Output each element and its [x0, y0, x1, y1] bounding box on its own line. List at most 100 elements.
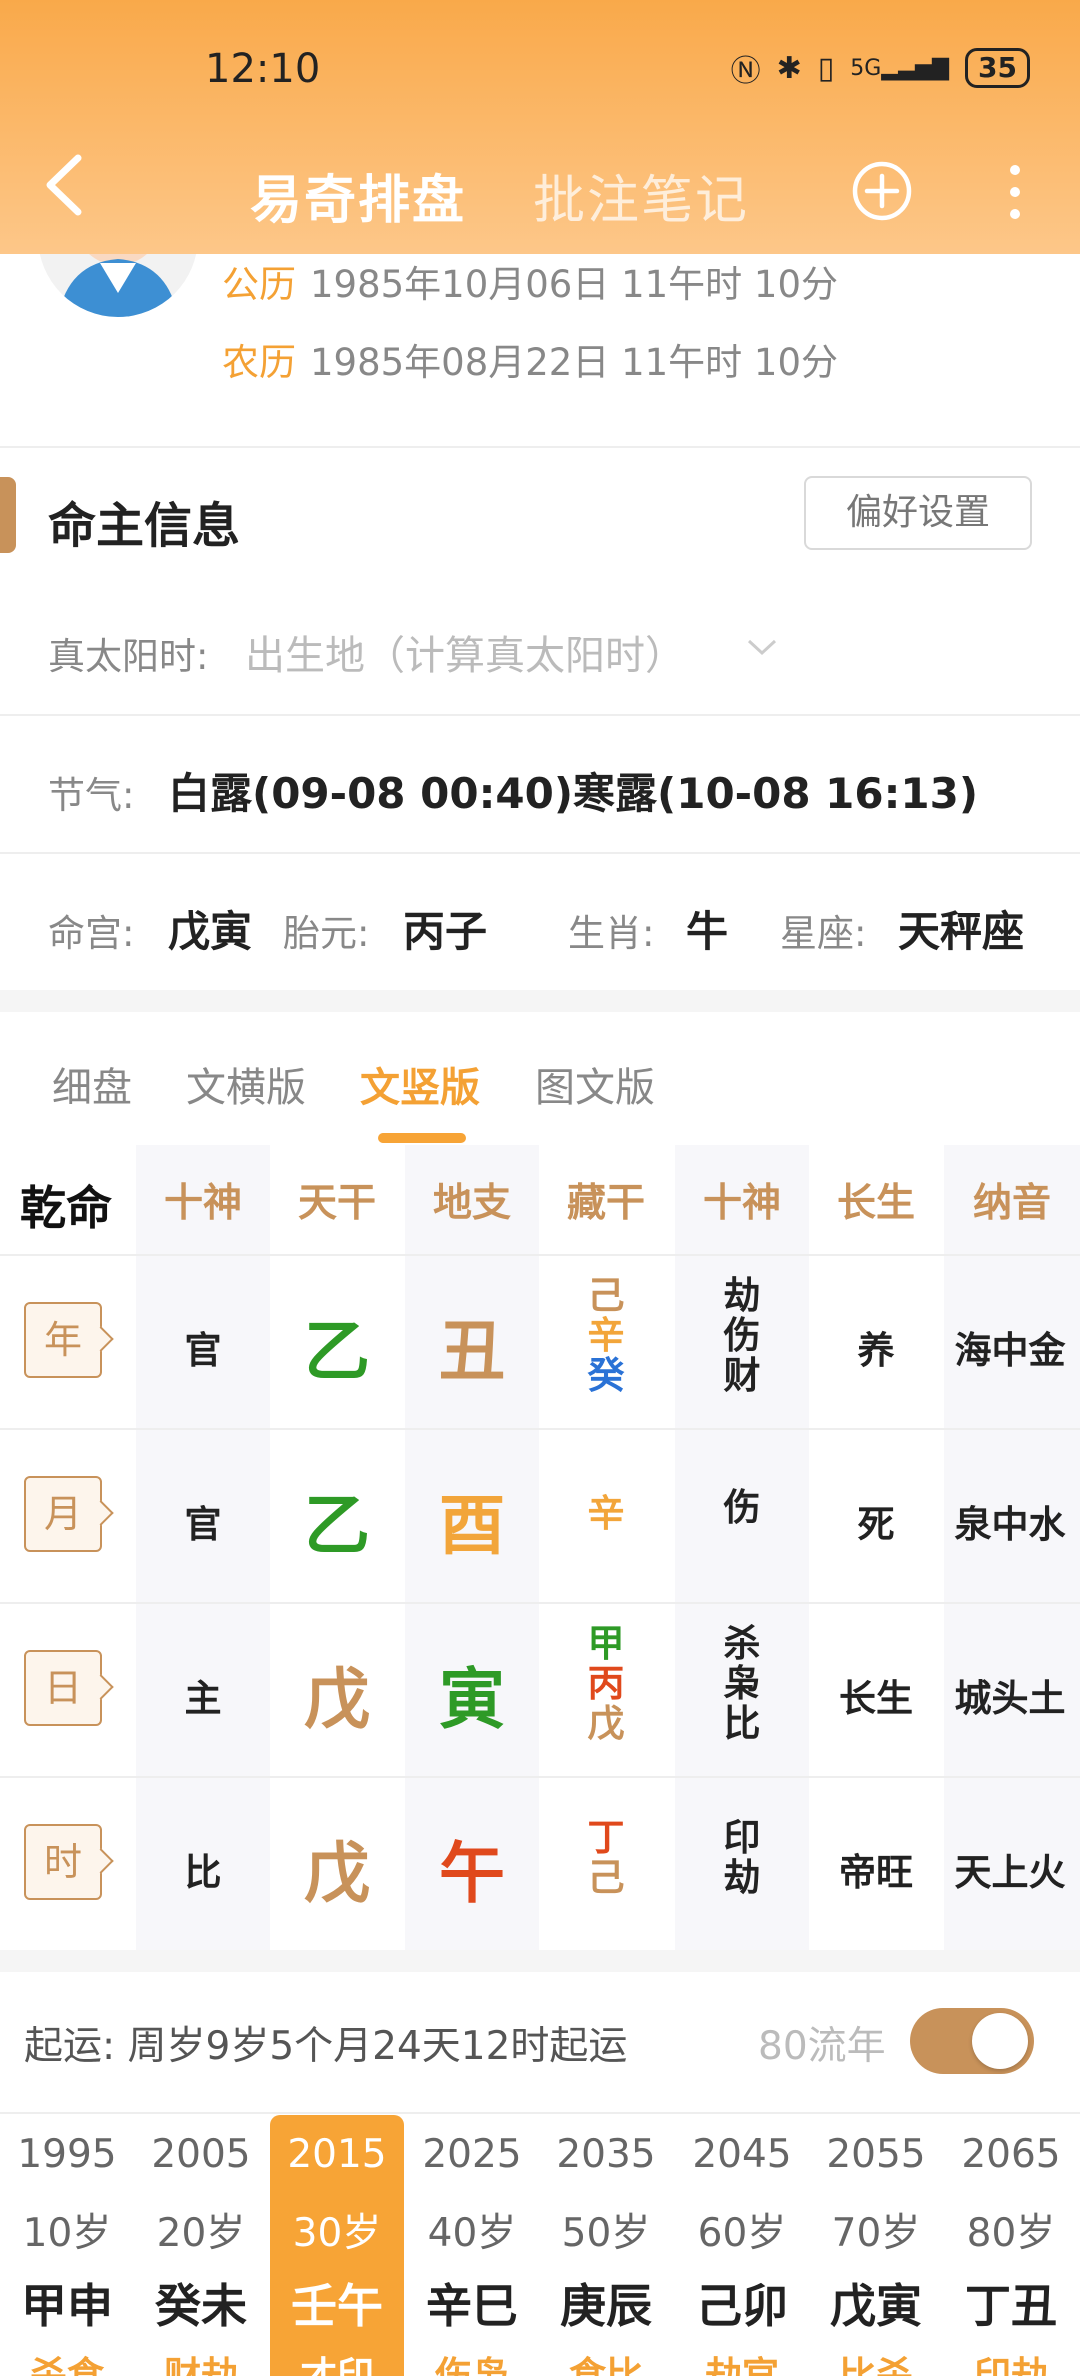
changsheng-cell: 死: [857, 1503, 895, 1546]
decade-item[interactable]: 2005 20岁 癸未 财劫: [134, 2115, 268, 2376]
divider: [0, 714, 1080, 716]
minggong-value: 戊寅: [168, 907, 253, 956]
active-tab-indicator: [378, 1133, 466, 1143]
tab-wenhengban[interactable]: 文横版: [186, 1055, 306, 1113]
nayin-cell: 天上火: [954, 1851, 1066, 1894]
true-solar-label: 真太阳时:: [48, 635, 209, 678]
solar-date-row: 公历 1985年10月06日 11午时 10分: [222, 254, 838, 308]
decade-item[interactable]: 2045 60岁 己卯 劫官: [675, 2115, 809, 2376]
taiyuan-label: 胎元:: [283, 912, 370, 955]
header-shishen2: 十神: [702, 1181, 781, 1226]
qiyun-label: 起运:: [24, 2024, 116, 2069]
tab-xipan[interactable]: 细盘: [52, 1055, 132, 1113]
qiyun-value: 周岁9岁5个月24天12时起运: [127, 2024, 628, 2069]
tiangan-cell: 乙: [304, 1313, 370, 1390]
shishen-cell: 官: [184, 1329, 222, 1372]
canggan-cell: 甲 丙 戊: [587, 1622, 625, 1745]
tab-tuwenban[interactable]: 图文版: [535, 1055, 655, 1113]
header-changsheng: 长生: [836, 1181, 915, 1226]
preferences-button[interactable]: 偏好设置: [804, 476, 1032, 550]
jieqi-value: 白露(09-08 00:40)寒露(10-08 16:13): [168, 769, 979, 818]
pillar-day[interactable]: 日: [24, 1650, 102, 1726]
qiyun-row: 起运: 周岁9岁5个月24天12时起运: [24, 2015, 627, 2071]
tiangan-cell: 乙: [304, 1487, 370, 1564]
taiyuan-value: 丙子: [403, 907, 488, 956]
tab-annotation-notes[interactable]: 批注笔记: [533, 158, 749, 233]
pillar-year[interactable]: 年: [24, 1302, 102, 1378]
divider: [0, 852, 1080, 854]
shishen-cell: 比: [184, 1851, 222, 1894]
decade-item[interactable]: 2065 80岁 丁丑 印劫: [944, 2115, 1078, 2376]
lunar-date-row: 农历 1985年08月22日 11午时 10分: [222, 332, 838, 386]
app-header: 12:10 Ⓝ ✱ ▯ 5G▂▃▅▇ 35 易奇排盘 批注笔记: [0, 0, 1080, 254]
decade-item[interactable]: 2055 70岁 戊寅 比杀: [809, 2115, 943, 2376]
section-accent-bar: [0, 477, 16, 553]
liunian-label: 80流年: [758, 2024, 886, 2069]
row-divider: [0, 1428, 1080, 1430]
lunar-date: 1985年08月22日 11午时 10分: [310, 341, 839, 384]
changsheng-cell: 帝旺: [839, 1851, 913, 1894]
nayin-cell: 海中金: [954, 1329, 1066, 1372]
shishen2-cell: 印 劫: [723, 1816, 761, 1899]
row-divider: [0, 1776, 1080, 1778]
bluetooth-icon: ✱: [776, 50, 802, 86]
canggan-cell: 辛: [587, 1492, 625, 1535]
liunian-toggle[interactable]: [910, 2008, 1034, 2074]
nfc-icon: Ⓝ: [730, 54, 761, 89]
dizhi-cell: 寅: [439, 1661, 505, 1738]
solar-date: 1985年10月06日 11午时 10分: [310, 263, 839, 306]
header-tiangan: 天干: [297, 1181, 376, 1226]
shishen2-cell: 杀 枭 比: [723, 1622, 761, 1745]
xingzuo-label: 星座:: [780, 912, 867, 955]
vibrate-icon: ▯: [817, 50, 835, 86]
shishen-cell: 官: [184, 1503, 222, 1546]
section-gap: [0, 1950, 1080, 1972]
dizhi-cell: 午: [439, 1835, 505, 1912]
section-title: 命主信息: [48, 498, 241, 554]
decade-item[interactable]: 1995 10岁 甲申 杀食: [0, 2115, 134, 2376]
nayin-cell: 城头土: [954, 1677, 1066, 1720]
nayin-cell: 泉中水: [954, 1503, 1066, 1546]
qianming-label: 乾命: [20, 1181, 112, 1235]
tab-wenshuban[interactable]: 文竖版: [360, 1055, 480, 1113]
shishen2-cell: 劫 伤 财: [723, 1274, 761, 1397]
canggan-cell: 己 辛 癸: [587, 1274, 625, 1397]
decade-item[interactable]: 2035 50岁 庚辰 食比: [539, 2115, 673, 2376]
add-icon[interactable]: [851, 160, 913, 222]
jieqi-label: 节气:: [48, 774, 135, 817]
canggan-cell: 丁 己: [587, 1816, 625, 1899]
toggle-knob: [972, 2013, 1028, 2069]
dizhi-cell: 酉: [439, 1487, 505, 1564]
changsheng-cell: 养: [857, 1329, 895, 1372]
divider: [0, 446, 1080, 448]
status-icons: Ⓝ ✱ ▯ 5G▂▃▅▇ 35: [731, 46, 1030, 90]
battery-icon: 35: [965, 48, 1030, 88]
divider: [0, 2112, 1080, 2114]
pillar-month[interactable]: 月: [24, 1476, 102, 1552]
xingzuo-value: 天秤座: [898, 907, 1025, 956]
header-nayin: 纳音: [972, 1181, 1051, 1226]
lunar-label: 农历: [222, 341, 296, 384]
shengxiao-label: 生肖:: [568, 912, 655, 955]
row-divider: [0, 1254, 1080, 1256]
status-time: 12:10: [205, 46, 321, 92]
dizhi-cell: 丑: [439, 1313, 505, 1390]
shengxiao-value: 牛: [686, 907, 729, 956]
back-arrow-icon[interactable]: [40, 150, 90, 220]
header-dizhi: 地支: [432, 1181, 511, 1226]
shishen-cell: 主: [184, 1677, 222, 1720]
decade-item[interactable]: 2025 40岁 辛巳 伤枭: [405, 2115, 539, 2376]
chevron-down-icon[interactable]: [745, 636, 779, 658]
decade-item-active[interactable]: 2015 30岁 壬午 才印: [270, 2115, 404, 2376]
tiangan-cell: 戊: [304, 1835, 370, 1912]
header-canggan: 藏干: [566, 1181, 645, 1226]
pillar-hour[interactable]: 时: [24, 1824, 102, 1900]
header-shishen: 十神: [163, 1181, 242, 1226]
shishen2-cell: 伤: [723, 1486, 761, 1529]
more-options-icon[interactable]: [998, 160, 1032, 224]
birthplace-selector[interactable]: 出生地（计算真太阳时）: [245, 623, 685, 681]
section-gap: [0, 990, 1080, 1012]
tab-yiqi-paipan[interactable]: 易奇排盘: [250, 158, 466, 233]
row-divider: [0, 1602, 1080, 1604]
signal-icon: 5G▂▃▅▇: [850, 55, 950, 81]
